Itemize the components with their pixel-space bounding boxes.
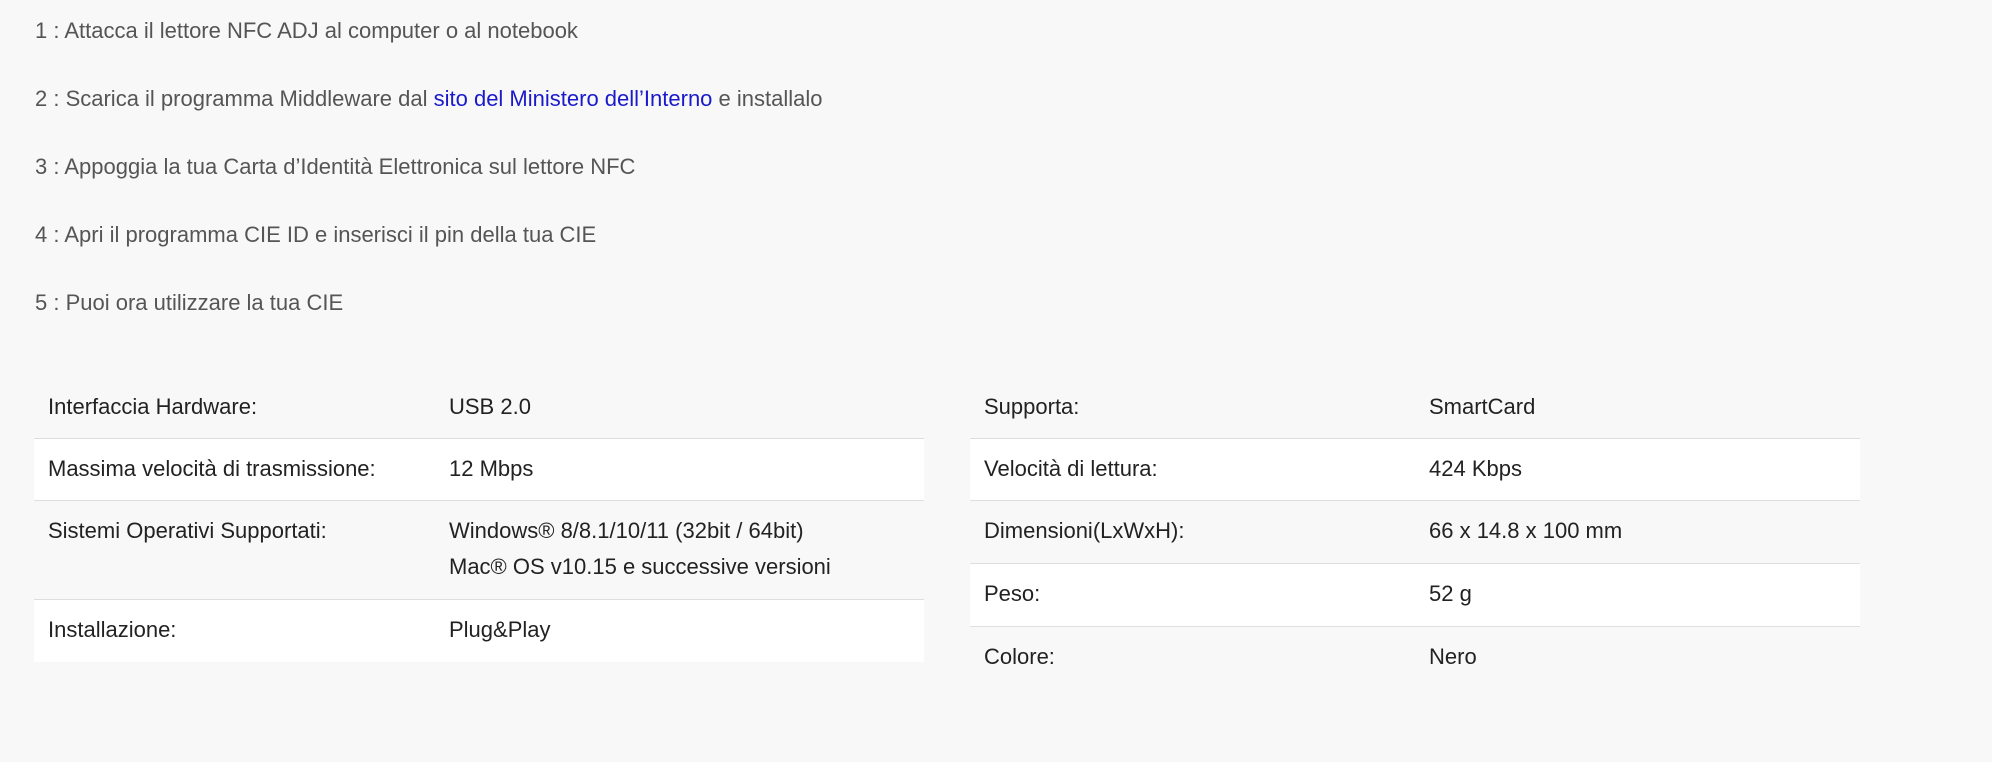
spec-key: Dimensioni(LxWxH): xyxy=(984,518,1185,543)
spec-value-line-2: Mac® OS v10.15 e successive versioni xyxy=(449,554,831,579)
spec-key: Interfaccia Hardware: xyxy=(48,394,258,419)
step-1-text: 1 : Attacca il lettore NFC ADJ al comput… xyxy=(35,18,578,43)
step-2: 2 : Scarica il programma Middleware dal … xyxy=(35,82,823,116)
step-5-text: 5 : Puoi ora utilizzare la tua CIE xyxy=(35,290,344,315)
step-2-prefix: 2 : Scarica il programma Middleware dal xyxy=(35,86,434,111)
spec-key: Installazione: xyxy=(48,617,177,642)
step-5: 5 : Puoi ora utilizzare la tua CIE xyxy=(35,286,823,320)
spec-row-peso: Peso: 52 g xyxy=(970,564,1860,627)
spec-key: Colore: xyxy=(984,644,1055,669)
step-3-text: 3 : Appoggia la tua Carta d’Identità Ele… xyxy=(35,154,636,179)
spec-value: 12 Mbps xyxy=(449,456,534,481)
spec-value: SmartCard xyxy=(1429,394,1536,419)
spec-value: 66 x 14.8 x 100 mm xyxy=(1429,518,1623,543)
spec-value-line-1: Windows® 8/8.1/10/11 (32bit / 64bit) xyxy=(449,518,804,543)
step-2-suffix: e installalo xyxy=(712,86,823,111)
page: 1 : Attacca il lettore NFC ADJ al comput… xyxy=(0,0,1992,762)
spec-key: Supporta: xyxy=(984,394,1080,419)
spec-value: 52 g xyxy=(1429,581,1472,606)
spec-value: Plug&Play xyxy=(449,617,551,642)
specs-table-left: Interfaccia Hardware: USB 2.0 Massima ve… xyxy=(34,377,924,662)
spec-value: 424 Kbps xyxy=(1429,456,1522,481)
spec-value: USB 2.0 xyxy=(449,394,531,419)
specs-table-right: Supporta: SmartCard Velocità di lettura:… xyxy=(970,377,1860,689)
spec-value-multiline: Windows® 8/8.1/10/11 (32bit / 64bit) Mac… xyxy=(449,501,845,585)
spec-row-velocita-trasmissione: Massima velocità di trasmissione: 12 Mbp… xyxy=(34,439,924,501)
ministero-interno-link[interactable]: sito del Ministero dell’Interno xyxy=(434,86,713,111)
spec-value: Nero xyxy=(1429,644,1477,669)
spec-row-colore: Colore: Nero xyxy=(970,627,1860,689)
step-3: 3 : Appoggia la tua Carta d’Identità Ele… xyxy=(35,150,823,184)
step-1: 1 : Attacca il lettore NFC ADJ al comput… xyxy=(35,14,823,48)
spec-row-installazione: Installazione: Plug&Play xyxy=(34,600,924,662)
spec-row-interfaccia: Interfaccia Hardware: USB 2.0 xyxy=(34,377,924,439)
spec-row-supporta: Supporta: SmartCard xyxy=(970,377,1860,439)
instruction-steps: 1 : Attacca il lettore NFC ADJ al comput… xyxy=(35,14,823,354)
spec-row-sistemi-operativi: Sistemi Operativi Supportati: Windows® 8… xyxy=(34,501,924,600)
spec-key: Velocità di lettura: xyxy=(984,456,1158,481)
spec-row-dimensioni: Dimensioni(LxWxH): 66 x 14.8 x 100 mm xyxy=(970,501,1860,564)
step-4-text: 4 : Apri il programma CIE ID e inserisci… xyxy=(35,222,597,247)
spec-key: Sistemi Operativi Supportati: xyxy=(48,518,327,543)
step-4: 4 : Apri il programma CIE ID e inserisci… xyxy=(35,218,823,252)
spec-key: Peso: xyxy=(984,581,1041,606)
spec-key: Massima velocità di trasmissione: xyxy=(48,456,376,481)
spec-row-velocita-lettura: Velocità di lettura: 424 Kbps xyxy=(970,439,1860,501)
